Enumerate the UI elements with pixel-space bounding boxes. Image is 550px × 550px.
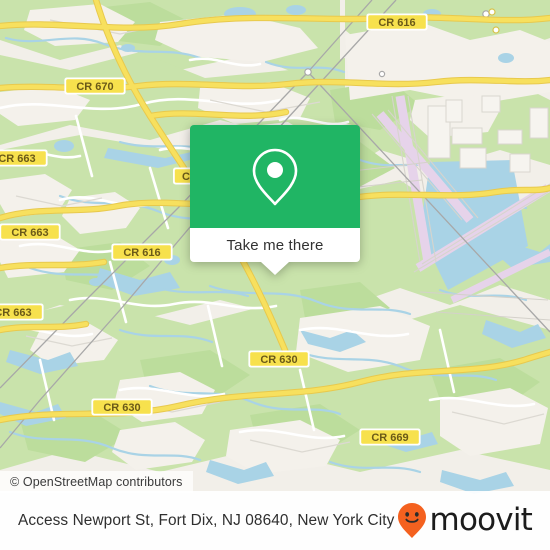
svg-text:CR 670: CR 670 [76, 81, 113, 93]
road-shield-cr-616: CR 616 [111, 243, 173, 261]
map-canvas[interactable]: CR 616 CR 670 CR 663 CR 663 CR 616 CR 663 CR 6… [0, 0, 550, 550]
road-shield-cr-663: CR 663 [0, 223, 61, 241]
address-label: Access Newport St, Fort Dix, NJ 08640, N… [18, 511, 395, 529]
map-pin-icon [252, 148, 298, 205]
road-shield-cr-669: CR 669 [359, 428, 421, 446]
svg-text:CR 616: CR 616 [378, 17, 415, 29]
road-shield-cr-616: CR 616 [366, 13, 428, 31]
svg-text:CR 630: CR 630 [103, 402, 140, 414]
road-shield-cr-663: CR 663 [0, 149, 48, 167]
road-shield-cr-663: CR 663 [0, 303, 44, 321]
footer-bar: Access Newport St, Fort Dix, NJ 08640, N… [0, 491, 550, 550]
popup-tail-pointer [261, 262, 289, 275]
svg-text:CR 663: CR 663 [0, 307, 32, 319]
popup-icon-panel [190, 125, 360, 228]
svg-text:CR 630: CR 630 [260, 354, 297, 366]
svg-text:CR 616: CR 616 [123, 247, 160, 259]
road-shield-cr-670: CR 670 [64, 77, 126, 95]
moovit-wordmark: moovit [429, 502, 533, 538]
road-shield-cr-630: CR 630 [248, 350, 310, 368]
svg-text:CR 663: CR 663 [0, 153, 36, 165]
location-popup-card[interactable]: Take me there [190, 125, 360, 275]
moovit-smiley-pin-icon [397, 502, 426, 538]
moovit-logo[interactable]: moovit [395, 501, 533, 541]
svg-text:CR 669: CR 669 [371, 432, 408, 444]
road-shield-cr-630: CR 630 [91, 398, 153, 416]
take-me-there-label: Take me there [226, 236, 324, 254]
svg-text:CR 663: CR 663 [11, 227, 48, 239]
map-vector: CR 616 CR 670 CR 663 CR 663 CR 616 CR 663 CR 6… [0, 0, 550, 550]
osm-attribution[interactable]: © OpenStreetMap contributors [0, 471, 193, 493]
map-screenshot: CR 616 CR 670 CR 663 CR 663 CR 616 CR 663 CR 6… [0, 0, 550, 550]
popup-action-bar[interactable]: Take me there [190, 228, 360, 275]
